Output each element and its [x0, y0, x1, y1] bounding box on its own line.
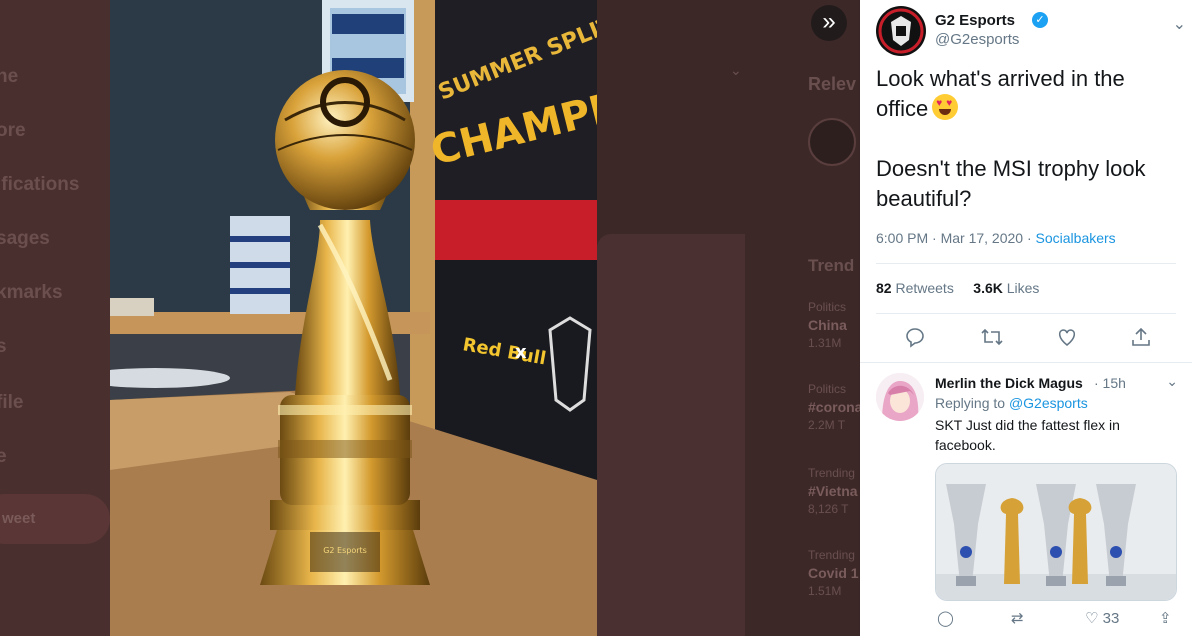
divider [876, 313, 1176, 314]
bg-trend-category: Trending [808, 548, 855, 562]
reply-time[interactable]: · 15h [1094, 375, 1126, 391]
bg-trend-item: Politics China 1.31M [808, 298, 847, 352]
likes-count: 3.6K [973, 280, 1003, 296]
share-icon[interactable] [1130, 326, 1152, 348]
reply-retweet-icon[interactable]: ⇄ [1011, 609, 1024, 627]
g2-avatar[interactable] [876, 6, 926, 56]
bg-card [597, 234, 745, 636]
bg-trend-name: China [808, 317, 847, 333]
g2-logo-icon [877, 7, 925, 55]
tweet-detail-panel: G2 Esports ✓ @G2esports ⌄ Look what's ar… [860, 0, 1192, 636]
replying-handle-link[interactable]: @G2esports [1009, 395, 1088, 411]
tweet-header: G2 Esports ✓ @G2esports ⌄ [876, 6, 1186, 56]
replying-to: Replying to @G2esports [935, 395, 1088, 411]
bg-trend-count: 1.51M [808, 584, 842, 598]
bg-relevant-title: Relev [808, 74, 857, 94]
likes-label: Likes [1002, 280, 1040, 296]
bg-trend-item: Trending Covid 1 1.51M [808, 546, 859, 600]
expand-icon[interactable]: » [811, 5, 847, 41]
bg-nav-home: ne [0, 66, 19, 87]
tweet-source-link[interactable]: Socialbakers [1036, 230, 1116, 246]
partner-x: x [515, 342, 527, 363]
author-name[interactable]: G2 Esports [935, 12, 1015, 29]
bg-nav-messages: sages [0, 228, 50, 249]
bg-trend-name: Covid 1 [808, 565, 859, 581]
reply-like-button[interactable]: ♡ 33 [1085, 609, 1119, 627]
retweet-icon[interactable] [980, 326, 1004, 348]
bg-trend-category: Politics [808, 382, 847, 396]
tweet-text-line1: Look what's arrived in the office [876, 66, 1125, 121]
reply-reply-icon[interactable]: ◯ [937, 609, 954, 627]
heart-eyes-emoji-icon: ♥ ♥ [932, 94, 959, 120]
bg-nav-lists: s [0, 336, 7, 357]
trophies-photo-illustration [936, 464, 1176, 600]
tweet-menu-caret-icon[interactable]: ⌄ [1173, 14, 1186, 34]
likes-stat[interactable]: 3.6K Likes [973, 280, 1039, 296]
reply-avatar[interactable] [876, 373, 924, 421]
divider [876, 263, 1176, 264]
tweet-photo[interactable]: SUMMER SPLIT 2 CHAMPION Red Bull x G2 Es… [110, 0, 597, 636]
retweets-label: Retweets [891, 280, 954, 296]
heart-eye-icon: ♥ [936, 98, 943, 109]
bg-trend-item: Trending #Vietna 8,126 T [808, 464, 858, 518]
emoji-mouth [939, 109, 952, 115]
verified-badge-icon: ✓ [1032, 12, 1048, 28]
reply-share-icon[interactable]: ⇪ [1159, 609, 1172, 627]
bg-trend-name: #corona [808, 399, 863, 415]
bg-trend-category: Trending [808, 466, 855, 480]
tweet-stats: 82 Retweets 3.6K Likes [876, 280, 1039, 296]
reply-tweet[interactable]: Merlin the Dick Magus · 15h ⌄ Replying t… [860, 362, 1192, 636]
heart-eye-icon: ♥ [946, 98, 953, 109]
reply-media-image[interactable] [935, 463, 1177, 601]
retweets-count: 82 [876, 280, 892, 296]
bg-nav-notifications: ifications [0, 174, 80, 195]
tweet-meta: 6:00 PM · Mar 17, 2020 · Socialbakers [876, 230, 1116, 246]
bg-nav-explore: ore [0, 120, 26, 141]
reply-like-icon: ♡ [1085, 610, 1099, 627]
bg-avatar [808, 118, 856, 166]
bg-trend-item: Politics #corona 2.2M T [808, 380, 862, 434]
bg-trend-count: 1.31M [808, 336, 842, 350]
bg-nav-profile: file [0, 392, 24, 413]
tweet-timestamp[interactable]: 6:00 PM · Mar 17, 2020 · [876, 230, 1036, 246]
bg-trend-category: Politics [808, 300, 847, 314]
tweet-text-line2: Doesn't the MSI trophy look beautiful? [876, 156, 1146, 211]
trophy-plaque-text: G2 Esports [323, 546, 367, 555]
retweets-stat[interactable]: 82 Retweets [876, 280, 954, 296]
reply-author-name[interactable]: Merlin the Dick Magus [935, 375, 1083, 391]
bg-chevron-icon: ⌄ [730, 62, 742, 78]
reply-icon[interactable] [904, 326, 926, 348]
bg-trend-count: 8,126 T [808, 502, 849, 516]
author-handle[interactable]: @G2esports [935, 31, 1019, 48]
bg-nav-bookmarks: kmarks [0, 282, 63, 303]
tweet-text: Look what's arrived in the office ♥ ♥ Does… [876, 64, 1176, 244]
like-icon[interactable] [1056, 326, 1078, 348]
bg-trends-title: Trend [808, 256, 855, 275]
bg-trend-count: 2.2M T [808, 418, 846, 432]
bg-nav-more: e [0, 446, 7, 467]
reply-like-count: 33 [1102, 610, 1120, 627]
anime-avatar-image [876, 373, 924, 421]
reply-text: SKT Just did the fattest flex in faceboo… [935, 417, 1120, 453]
trophy-photo-illustration: SUMMER SPLIT 2 CHAMPION Red Bull x G2 Es… [110, 0, 597, 636]
bg-tweet-button: weet [0, 494, 110, 544]
replying-prefix: Replying to [935, 395, 1009, 411]
reply-menu-caret-icon[interactable]: ⌄ [1166, 373, 1178, 390]
bg-trend-name: #Vietna [808, 483, 858, 499]
